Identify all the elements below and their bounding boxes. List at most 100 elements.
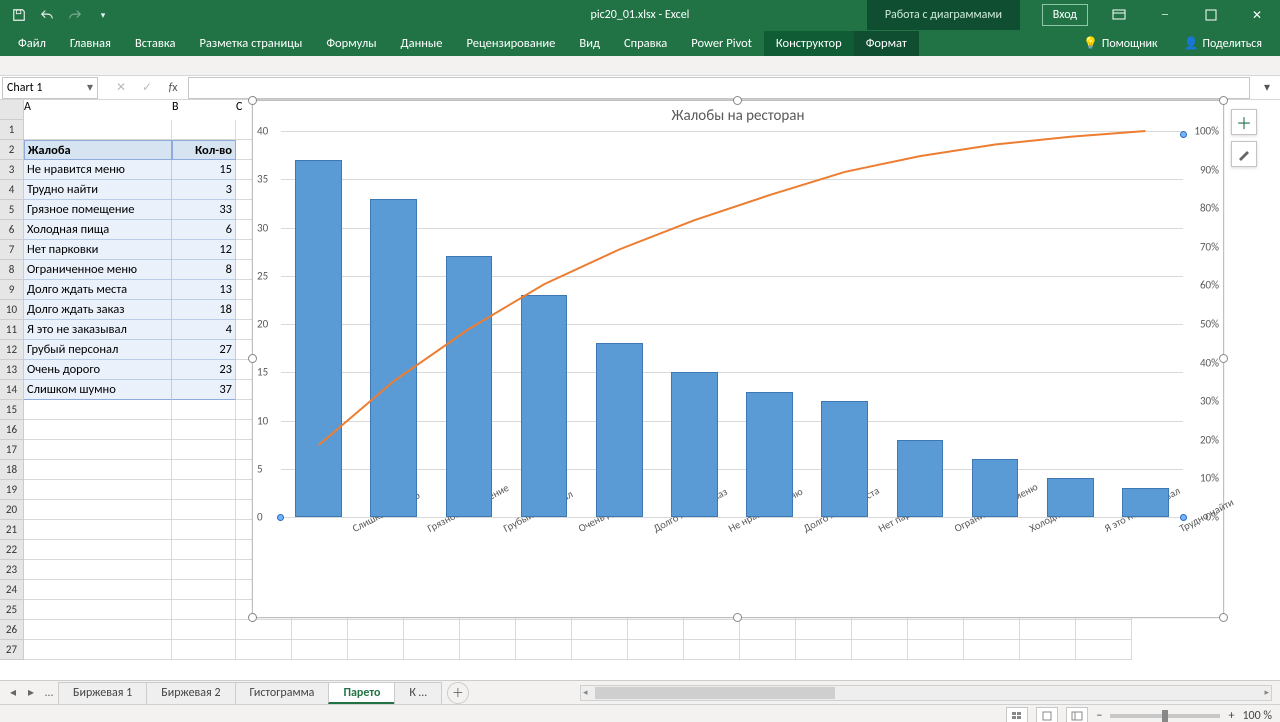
cell[interactable]: [172, 600, 236, 620]
cell[interactable]: Нет парковки: [24, 240, 172, 260]
cell[interactable]: [24, 540, 172, 560]
row-header[interactable]: 24: [0, 580, 24, 600]
col-header[interactable]: A: [24, 100, 172, 120]
cell[interactable]: [292, 620, 348, 640]
chart-styles-button[interactable]: [1231, 141, 1257, 167]
cell[interactable]: [852, 640, 908, 660]
sheet-tab[interactable]: Гистограмма: [235, 682, 330, 704]
undo-button[interactable]: [36, 4, 58, 26]
tab-Справка[interactable]: Справка: [612, 31, 679, 56]
row-header[interactable]: 23: [0, 560, 24, 580]
cell[interactable]: Грязное помещение: [24, 200, 172, 220]
tab-Формулы[interactable]: Формулы: [314, 31, 388, 56]
cell[interactable]: [964, 640, 1020, 660]
name-box[interactable]: Chart 1▾: [2, 77, 98, 99]
cell[interactable]: [684, 620, 740, 640]
cell[interactable]: Ограниченное меню: [24, 260, 172, 280]
row-header[interactable]: 15: [0, 400, 24, 420]
cell[interactable]: [24, 420, 172, 440]
cell[interactable]: Долго ждать места: [24, 280, 172, 300]
cell[interactable]: [516, 640, 572, 660]
plot-area[interactable]: 05101520253035400%10%20%30%40%50%60%70%8…: [281, 131, 1183, 517]
save-button[interactable]: [8, 4, 30, 26]
row-header[interactable]: 2: [0, 140, 24, 160]
row-header[interactable]: 13: [0, 360, 24, 380]
tab-Главная[interactable]: Главная: [58, 31, 123, 56]
row-header[interactable]: 14: [0, 380, 24, 400]
cell[interactable]: [24, 400, 172, 420]
cell[interactable]: [24, 600, 172, 620]
cell[interactable]: [1020, 640, 1076, 660]
row-header[interactable]: 16: [0, 420, 24, 440]
cell[interactable]: [628, 640, 684, 660]
sheet-tab[interactable]: Биржевая 2: [146, 682, 235, 704]
cell[interactable]: [172, 460, 236, 480]
cell[interactable]: [172, 420, 236, 440]
cell[interactable]: Холодная пища: [24, 220, 172, 240]
view-normal-button[interactable]: [1006, 707, 1028, 722]
cell[interactable]: 15: [172, 160, 236, 180]
cell[interactable]: [1020, 620, 1076, 640]
cell[interactable]: [796, 640, 852, 660]
cell[interactable]: [292, 640, 348, 660]
row-header[interactable]: 21: [0, 520, 24, 540]
cell[interactable]: [460, 640, 516, 660]
zoom-level[interactable]: 100 %: [1242, 709, 1272, 722]
cell[interactable]: Жалоба: [24, 140, 172, 160]
formula-input[interactable]: [188, 77, 1250, 99]
formula-expand[interactable]: ▾: [1254, 77, 1280, 99]
cell[interactable]: [740, 620, 796, 640]
cell[interactable]: [404, 640, 460, 660]
cell[interactable]: [348, 620, 404, 640]
row-header[interactable]: 18: [0, 460, 24, 480]
cell[interactable]: [24, 620, 172, 640]
tab-nav-next[interactable]: ▸: [22, 684, 40, 702]
cell[interactable]: [236, 620, 292, 640]
cell[interactable]: [908, 620, 964, 640]
row-header[interactable]: 1: [0, 120, 24, 140]
select-all-corner[interactable]: [0, 100, 24, 120]
cell[interactable]: 27: [172, 340, 236, 360]
row-header[interactable]: 25: [0, 600, 24, 620]
redo-button[interactable]: [64, 4, 86, 26]
zoom-slider[interactable]: [1110, 714, 1220, 718]
view-pagelayout-button[interactable]: [1036, 707, 1058, 722]
tab-Разметка страницы[interactable]: Разметка страницы: [187, 31, 314, 56]
row-header[interactable]: 22: [0, 540, 24, 560]
cell[interactable]: [24, 500, 172, 520]
sheet-tab[interactable]: Парето: [328, 682, 395, 704]
row-header[interactable]: 5: [0, 200, 24, 220]
cell[interactable]: [24, 460, 172, 480]
cell[interactable]: [172, 620, 236, 640]
horizontal-scrollbar[interactable]: ◂ ▸: [580, 685, 1272, 701]
cell[interactable]: 12: [172, 240, 236, 260]
cell[interactable]: [172, 480, 236, 500]
cell[interactable]: [628, 620, 684, 640]
cell[interactable]: Я это не заказывал: [24, 320, 172, 340]
cell[interactable]: [24, 580, 172, 600]
minimize-button[interactable]: ─: [1142, 0, 1188, 30]
cell[interactable]: [1076, 620, 1132, 640]
add-sheet-button[interactable]: ＋: [447, 682, 469, 704]
tab-nav-ellipsis[interactable]: …: [40, 684, 58, 702]
cancel-icon[interactable]: ✕: [108, 77, 134, 99]
row-header[interactable]: 27: [0, 640, 24, 660]
signin-button[interactable]: Вход: [1042, 4, 1088, 26]
cell[interactable]: [572, 620, 628, 640]
qat-dropdown[interactable]: ▾: [92, 4, 114, 26]
tab-Данные[interactable]: Данные: [389, 31, 455, 56]
sheet-tab[interactable]: Биржевая 1: [58, 682, 147, 704]
cell[interactable]: [1076, 640, 1132, 660]
cell[interactable]: 23: [172, 360, 236, 380]
zoom-in-button[interactable]: +: [1228, 709, 1234, 722]
row-header[interactable]: 6: [0, 220, 24, 240]
cell[interactable]: [172, 400, 236, 420]
cell[interactable]: [172, 580, 236, 600]
cell[interactable]: [172, 440, 236, 460]
row-header[interactable]: 26: [0, 620, 24, 640]
cell[interactable]: Кол-во: [172, 140, 236, 160]
cell[interactable]: [24, 440, 172, 460]
row-header[interactable]: 17: [0, 440, 24, 460]
row-header[interactable]: 4: [0, 180, 24, 200]
cell[interactable]: Долго ждать заказ: [24, 300, 172, 320]
